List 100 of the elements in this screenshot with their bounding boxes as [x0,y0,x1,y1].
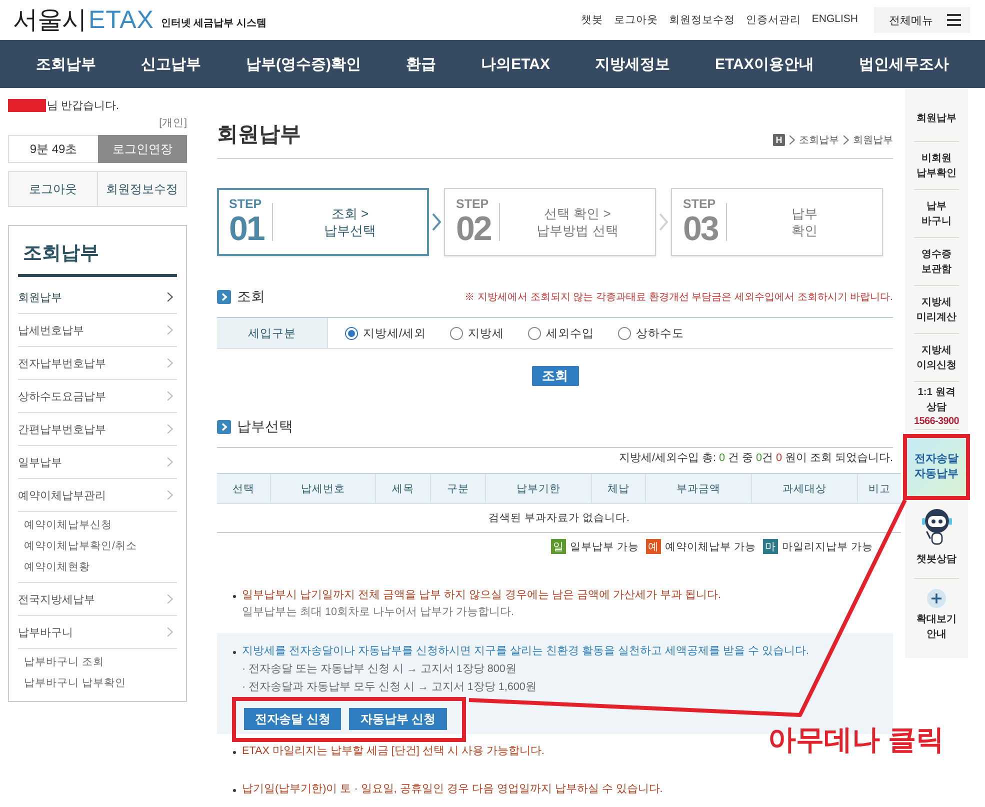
home-link[interactable]: H [773,134,785,146]
account-button[interactable]: 회원정보수정 [98,171,187,207]
submenu-item[interactable]: 예약이체현황 [24,557,90,578]
chevron-icon [789,135,795,145]
quick-menu-item[interactable]: 1:1 원격 상담 1566-3900 [905,382,968,430]
column-header: 납세번호 [270,474,376,504]
top-link[interactable]: 로그아웃 [614,13,658,27]
bullet-icon [233,789,236,792]
nav-item[interactable]: 나의ETAX [481,54,550,74]
legend-label: 마일리지납부 가능 [782,540,873,554]
top-link[interactable]: ENGLISH [812,13,858,27]
radio-option[interactable]: 지방세 [450,326,504,340]
quick-menu-item[interactable]: 지방세 미리계산 [905,286,968,334]
plus-icon [927,589,946,608]
chevron-icon [167,391,173,401]
top-link[interactable]: 회원정보수정 [668,13,735,27]
quick-menu-item[interactable]: 확대보기 안내 [905,579,968,646]
section-title: 납부선택 [237,418,293,436]
radio-button[interactable] [345,326,358,340]
step-label: STEP [229,198,262,210]
column-header: 구분 [430,474,486,504]
notice-text: 지방세를 전자송달이나 자동납부를 신청하시면 지구를 살리는 친환경 활동을 실천하고 세액공제를 받을 수 있습니다. [242,644,809,659]
chevron-square-icon [217,290,231,304]
step-title: 조회 > 납부선택 [323,205,377,239]
nav-item[interactable]: 법인세무조사 [858,54,949,74]
notice-note: 일부납부는 최대 10회차로 나누어서 납부가 가능합니다. [241,605,516,620]
radio-option[interactable]: 세외수입 [528,326,594,340]
legend-badge: 예 [646,539,662,554]
breadcrumb-link[interactable]: 조회납부 [799,133,839,147]
bullet-icon [233,595,236,598]
submenu-item[interactable]: 납부바구니 납부확인 [24,673,126,694]
top-link[interactable]: 인증서관리 [746,13,801,27]
step-title: 선택 확인 > 납부방법 선택 [536,205,620,239]
legend-label: 예약이체납부 가능 [665,540,756,554]
greeting-text: 님 반갑습니다. [47,98,120,112]
radio-option[interactable]: 지방세/세외 [345,326,426,340]
chevron-icon [167,424,173,434]
submenu-item[interactable]: 예약이체납부확인/취소 [24,536,137,557]
quick-menu-item[interactable]: 지방세 이의신청 [905,334,968,382]
top-link[interactable]: 챗봇 [580,13,603,27]
menu-item[interactable]: 상하수도요금납부 [18,380,177,413]
menu-item[interactable]: 회원납부 [18,281,177,314]
legend-badge: 마 [763,539,778,554]
section-title: 조회 [237,288,265,306]
nav-item[interactable]: 환급 [406,54,436,74]
user-type-label: [개인] [159,116,187,130]
column-header: 선택 [217,474,270,504]
apply-button[interactable]: 전자송달 신청 [244,708,342,730]
redacted-name-block [8,98,46,112]
apply-button[interactable]: 자동납부 신청 [349,708,447,730]
radio-button[interactable] [528,326,542,340]
nav-item[interactable]: 조회납부 [36,54,96,74]
bullet-icon [233,651,236,654]
annotation-text: 아무데나 클릭 [768,723,944,757]
quick-menu-item[interactable]: 납부 바구니 [905,190,968,238]
field-label: 세입구분 [217,318,328,348]
quick-menu-item[interactable]: 전자송달 자동납부 [907,438,966,496]
nav-item[interactable]: ETAX이용안내 [715,54,814,74]
account-button[interactable]: 로그아웃 [8,171,98,207]
menu-item[interactable]: 간편납부번호납부 [18,413,177,446]
quick-menu-item[interactable]: 영수증 보관함 [905,238,968,286]
menu-item[interactable]: 납부바구니 [18,616,177,649]
radio-button[interactable] [618,326,632,340]
quick-menu-item[interactable]: 챗봇상담 [905,500,968,579]
chevron-square-icon [217,420,231,434]
phone-number: 1566-3900 [914,414,960,428]
submenu-item[interactable]: 예약이체납부신청 [24,515,112,536]
column-header: 과세대상 [752,474,858,504]
step-title: 납부 확인 [790,205,818,239]
chevron-icon [167,325,173,335]
nav-item[interactable]: 지방세정보 [594,54,670,74]
menu-item[interactable]: 예약이체납부관리 [18,479,177,512]
menu-item[interactable]: 전자납부번호납부 [18,347,177,380]
menu-item[interactable]: 납세번호납부 [18,314,177,347]
breadcrumb-link[interactable]: 회원납부 [853,133,893,147]
all-menu-button[interactable]: 전체메뉴 [874,7,970,33]
radio-button[interactable] [450,326,464,340]
page-title: 회원납부 [217,122,301,148]
menu-item[interactable]: 전국지방세납부 [18,583,177,616]
quick-menu-item[interactable]: 회원납부 [905,94,968,142]
result-summary: 지방세/세외수입 총: 0 건 중 0건 0 원이 조회 되었습니다. [618,451,893,466]
site-logo[interactable]: 서울시 ETAX [13,8,154,32]
search-button[interactable]: 조회 [532,366,578,386]
column-header: 세목 [376,474,430,504]
chevron-icon [167,358,173,368]
quick-menu-item[interactable]: 비회원 납부확인 [905,142,968,190]
legend-badge: 일 [551,539,566,554]
column-header: 비고 [858,474,901,504]
nav-item[interactable]: 납부(영수증)확인 [246,54,362,74]
legend-label: 일부납부 가능 [570,540,640,554]
nav-item[interactable]: 신고납부 [141,54,202,74]
radio-option[interactable]: 상하수도 [618,326,684,340]
menu-item[interactable]: 일부납부 [18,446,177,479]
chevron-icon [167,594,173,604]
notice-text: 납기일(납부기한)이 토 · 일요일, 공휴일인 경우 다음 영업일까지 납부하실 수 있습니다. [242,782,663,797]
empty-table-message: 검색된 부과자료가 없습니다. [217,504,901,532]
submenu-item[interactable]: 납부바구니 조회 [24,652,104,673]
step-label: STEP [683,198,716,210]
chevron-icon [167,457,173,467]
notice-text: ※ 지방세에서 조회되지 않는 각종과태료 환경개선 부담금은 세외수입에서 조회하시기 바랍니다. [464,291,893,304]
